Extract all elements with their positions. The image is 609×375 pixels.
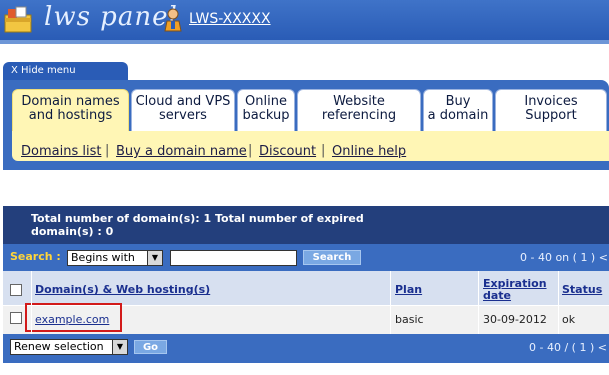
search-button[interactable]: Search xyxy=(303,250,361,265)
submenu-domains-list[interactable]: Domains list xyxy=(21,144,101,159)
column-divider xyxy=(558,271,559,334)
folder-box-icon[interactable] xyxy=(3,5,33,35)
submenu-separator: | xyxy=(105,143,110,158)
search-label: Search : xyxy=(10,250,61,263)
tab-buy-domain[interactable]: Buy a domain xyxy=(423,89,493,131)
account-link[interactable]: LWS-XXXXX xyxy=(189,11,271,27)
domains-summary-bar: Total number of domain(s): 1 Total numbe… xyxy=(3,206,609,244)
domains-summary-text: Total number of domain(s): 1 Total numbe… xyxy=(31,212,364,238)
submenu-discount[interactable]: Discount xyxy=(259,144,316,159)
tab-label-line1: Cloud and VPS xyxy=(135,94,231,109)
tab-website-referencing[interactable]: Website referencing xyxy=(297,89,421,131)
submenu-online-help[interactable]: Online help xyxy=(332,144,406,159)
header-bottom-stripe xyxy=(0,40,609,44)
select-all-checkbox[interactable] xyxy=(10,284,22,296)
tab-label-line2: backup xyxy=(242,108,290,123)
search-input[interactable] xyxy=(170,250,297,266)
pager-top: 0 - 40 on ( 1 ) < xyxy=(520,251,608,264)
column-header-domain[interactable]: Domain(s) & Web hosting(s) xyxy=(35,284,210,296)
row-checkbox[interactable] xyxy=(10,312,22,324)
tab-label-line1: Buy xyxy=(445,94,471,109)
go-button[interactable]: Go xyxy=(134,340,167,354)
column-divider xyxy=(390,271,391,334)
row-plan: basic xyxy=(395,313,424,326)
column-header-plan[interactable]: Plan xyxy=(395,284,422,296)
chevron-down-icon[interactable]: ▼ xyxy=(147,251,162,265)
column-header-status[interactable]: Status xyxy=(562,284,602,296)
tab-label-line2: Support xyxy=(525,108,577,123)
tab-label-line2: referencing xyxy=(321,108,397,123)
hide-menu-button[interactable]: X Hide menu xyxy=(3,62,128,82)
column-divider xyxy=(478,271,479,334)
chevron-down-icon[interactable]: ▼ xyxy=(112,340,127,354)
tab-online-backup[interactable]: Online backup xyxy=(237,89,295,131)
highlight-box xyxy=(25,303,122,332)
row-expiration: 30-09-2012 xyxy=(483,313,547,326)
tab-label-line2: a domain xyxy=(427,108,489,123)
bulk-action-value: Renew selection xyxy=(14,340,104,353)
column-header-expiration[interactable]: Expiration date xyxy=(483,278,553,302)
tab-label-line1: Invoices xyxy=(524,94,578,109)
top-header: lws panel LWS-XXXXX xyxy=(0,0,609,44)
tab-domain-names-hostings[interactable]: Domain names and hostings xyxy=(12,89,129,132)
bulk-action-select[interactable]: Renew selection ▼ xyxy=(10,339,128,355)
row-status: ok xyxy=(562,313,576,326)
tab-label-line1: Website xyxy=(333,94,385,109)
tab-invoices-support[interactable]: Invoices Support xyxy=(495,89,607,131)
submenu-buy-domain-name[interactable]: Buy a domain name xyxy=(116,144,247,159)
column-divider xyxy=(31,271,32,334)
search-mode-select[interactable]: Begins with ▼ xyxy=(67,250,163,266)
submenu-separator: | xyxy=(248,143,253,158)
submenu-separator: | xyxy=(321,143,326,158)
tab-label-line1: Domain names xyxy=(21,94,120,109)
pager-bottom: 0 - 40 / ( 1 ) < xyxy=(529,341,607,354)
tab-cloud-vps[interactable]: Cloud and VPS servers xyxy=(131,89,235,131)
user-icon xyxy=(164,8,182,32)
search-mode-value: Begins with xyxy=(71,251,135,264)
tab-label-line2: and hostings xyxy=(28,108,113,123)
tab-label-line2: servers xyxy=(159,108,207,123)
logo-text[interactable]: lws panel xyxy=(44,2,178,32)
tab-label-line1: Online xyxy=(245,94,287,109)
